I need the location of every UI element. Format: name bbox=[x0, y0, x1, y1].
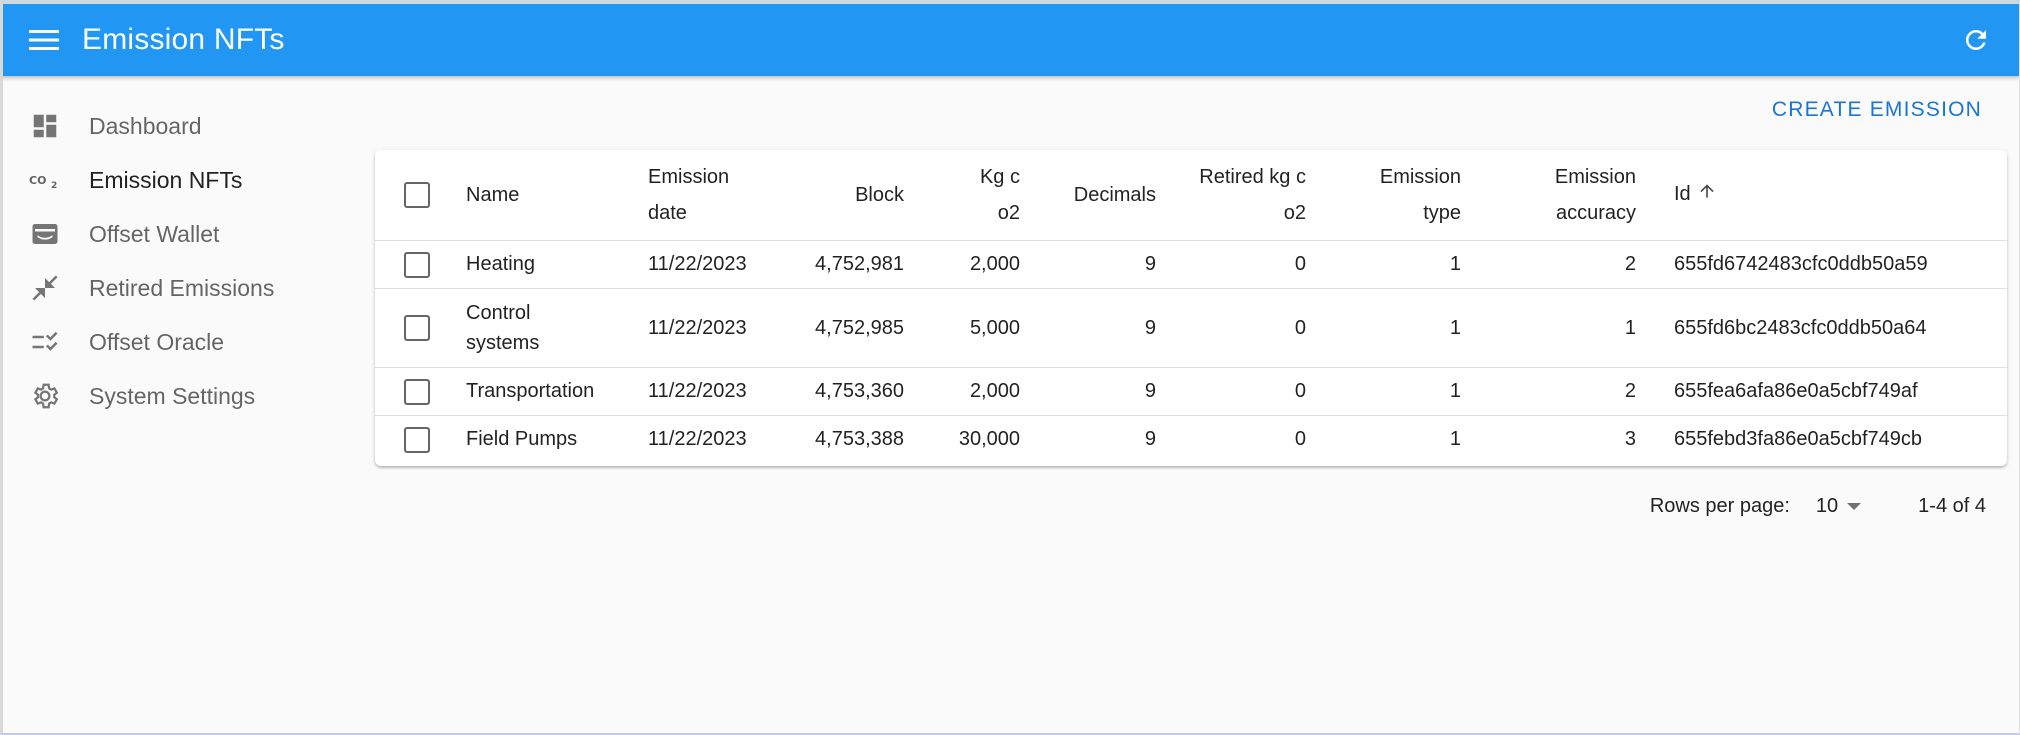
cell-retired: 0 bbox=[1170, 367, 1320, 416]
rows-per-page-label: Rows per page: bbox=[1649, 494, 1790, 517]
column-header-decimals[interactable]: Decimals bbox=[1034, 150, 1170, 241]
cell-id: 655febd3fa86e0a5cbf749cb bbox=[1674, 428, 1923, 451]
rows-per-page-value: 10 bbox=[1815, 494, 1839, 517]
sidebar-item-label: System Settings bbox=[89, 382, 256, 409]
cell-emission-accuracy: 1 bbox=[1475, 288, 1650, 368]
sidebar-item-dashboard[interactable]: Dashboard bbox=[0, 99, 360, 153]
cell-decimals: 9 bbox=[1034, 288, 1170, 368]
cell-kg-co2: 2,000 bbox=[918, 240, 1034, 289]
gear-icon bbox=[28, 379, 62, 413]
cell-retired: 0 bbox=[1294, 428, 1306, 451]
cell-name: Heating bbox=[458, 240, 648, 289]
column-header-retired-kg-co2[interactable]: Retired kg c o2 bbox=[1170, 150, 1320, 241]
row-checkbox[interactable] bbox=[403, 251, 430, 278]
column-header-emission-date[interactable]: Emission date bbox=[648, 150, 788, 241]
row-checkbox-cell bbox=[375, 415, 458, 463]
sidebar-item-label: Dashboard bbox=[89, 112, 202, 139]
cell-emission-accuracy: 2 bbox=[1475, 367, 1650, 416]
cell-decimals: 9 bbox=[1034, 240, 1170, 289]
column-header-name[interactable]: Name bbox=[458, 150, 648, 241]
cell-decimals: 9 bbox=[1144, 428, 1156, 451]
cell-emission-accuracy: 3 bbox=[1624, 428, 1636, 451]
row-checkbox[interactable] bbox=[403, 378, 430, 405]
cell-emission-date: 11/22/2023 bbox=[648, 367, 788, 416]
sidebar-item-label: Offset Oracle bbox=[89, 328, 225, 355]
column-header-id-label: Id bbox=[1674, 183, 1691, 206]
cell-emission-type: 1 bbox=[1449, 428, 1461, 451]
pagination: Rows per page: 10 1-4 of 4 bbox=[1650, 488, 1986, 524]
cell-block: 4,753,388 bbox=[815, 428, 904, 451]
cell-block: 4,753,360 bbox=[788, 367, 918, 416]
sidebar-item-label: Retired Emissions bbox=[89, 274, 275, 301]
rows-per-page-select[interactable]: 10 bbox=[1816, 495, 1862, 518]
row-checkbox[interactable] bbox=[403, 426, 430, 453]
column-header-block[interactable]: Block bbox=[788, 150, 918, 241]
co2-icon: CO 2 bbox=[28, 163, 62, 197]
column-header-kg-co2[interactable]: Kg c o2 bbox=[918, 150, 1034, 241]
cell-id: 655fd6742483cfc0ddb50a59 bbox=[1650, 240, 2007, 289]
sidebar-item-label: Offset Wallet bbox=[89, 220, 220, 247]
cell-emission-date: 11/22/2023 bbox=[648, 288, 788, 368]
cell-id: 655fd6bc2483cfc0ddb50a64 bbox=[1650, 288, 2007, 368]
column-header-id[interactable]: Id bbox=[1650, 150, 2007, 241]
cell-block: 4,752,981 bbox=[788, 240, 918, 289]
row-checkbox[interactable] bbox=[403, 315, 430, 342]
cell-decimals: 9 bbox=[1034, 367, 1170, 416]
sidebar-item-offset-oracle[interactable]: Offset Oracle bbox=[0, 315, 360, 369]
sidebar: Dashboard CO 2 Emission NFTs Offset Wall… bbox=[0, 99, 360, 423]
sidebar-item-offset-wallet[interactable]: Offset Wallet bbox=[0, 207, 360, 261]
table-row[interactable]: Control systems 11/22/2023 4,752,985 5,0… bbox=[375, 288, 2007, 368]
cell-kg-co2: 30,000 bbox=[958, 428, 1020, 451]
cell-emission-type: 1 bbox=[1320, 367, 1475, 416]
select-all-checkbox-cell bbox=[375, 150, 458, 241]
table-row[interactable]: Transportation 11/22/2023 4,753,360 2,00… bbox=[375, 367, 2007, 416]
svg-text:CO: CO bbox=[29, 174, 46, 187]
cell-name: Field Pumps bbox=[466, 428, 578, 451]
dashboard-icon bbox=[28, 109, 62, 143]
table-header-row: Name Emission date Block Kg c o2 Decimal… bbox=[375, 150, 2007, 241]
row-checkbox-cell bbox=[375, 367, 458, 416]
table-row[interactable]: Field Pumps 11/22/2023 4,753,388 30,000 … bbox=[375, 415, 2007, 463]
emissions-table-card: Name Emission date Block Kg c o2 Decimal… bbox=[375, 150, 2007, 466]
select-all-checkbox[interactable] bbox=[403, 182, 430, 209]
column-header-emission-accuracy[interactable]: Emission accuracy bbox=[1475, 150, 1650, 241]
app-title: Emission NFTs bbox=[82, 23, 285, 56]
cell-name: Control systems bbox=[458, 288, 648, 368]
wallet-icon bbox=[28, 217, 62, 251]
create-emission-button[interactable]: CREATE EMISSION bbox=[1764, 90, 1990, 130]
app-bar: Emission NFTs bbox=[0, 4, 2020, 76]
row-checkbox-cell bbox=[375, 288, 458, 368]
cell-emission-accuracy: 2 bbox=[1475, 240, 1650, 289]
cell-kg-co2: 5,000 bbox=[918, 288, 1034, 368]
sidebar-item-emission-nfts[interactable]: CO 2 Emission NFTs bbox=[0, 153, 360, 207]
cell-name: Transportation bbox=[458, 367, 648, 416]
caret-down-icon bbox=[1846, 495, 1862, 518]
sidebar-item-label: Emission NFTs bbox=[89, 166, 243, 193]
hamburger-menu-icon[interactable] bbox=[20, 16, 68, 64]
sidebar-item-retired-emissions[interactable]: Retired Emissions bbox=[0, 261, 360, 315]
sidebar-item-system-settings[interactable]: System Settings bbox=[0, 369, 360, 423]
row-checkbox-cell bbox=[375, 240, 458, 289]
cell-block: 4,752,985 bbox=[788, 288, 918, 368]
collapse-arrows-icon bbox=[28, 271, 62, 305]
checklist-icon bbox=[28, 325, 62, 359]
cell-id: 655fea6afa86e0a5cbf749af bbox=[1650, 367, 2007, 416]
cell-retired: 0 bbox=[1170, 288, 1320, 368]
pagination-range: 1-4 of 4 bbox=[1918, 494, 1986, 517]
cell-kg-co2: 2,000 bbox=[918, 367, 1034, 416]
emissions-table: Name Emission date Block Kg c o2 Decimal… bbox=[375, 150, 2007, 463]
svg-text:2: 2 bbox=[51, 181, 57, 190]
table-row[interactable]: Heating 11/22/2023 4,752,981 2,000 9 0 1… bbox=[375, 240, 2007, 289]
cell-emission-date: 11/22/2023 bbox=[648, 428, 747, 451]
cell-emission-type: 1 bbox=[1320, 240, 1475, 289]
refresh-icon[interactable] bbox=[1952, 16, 2000, 64]
cell-emission-type: 1 bbox=[1320, 288, 1475, 368]
arrow-up-icon bbox=[1697, 177, 1717, 213]
cell-retired: 0 bbox=[1170, 240, 1320, 289]
cell-emission-date: 11/22/2023 bbox=[648, 240, 788, 289]
column-header-emission-type[interactable]: Emission type bbox=[1320, 150, 1475, 241]
